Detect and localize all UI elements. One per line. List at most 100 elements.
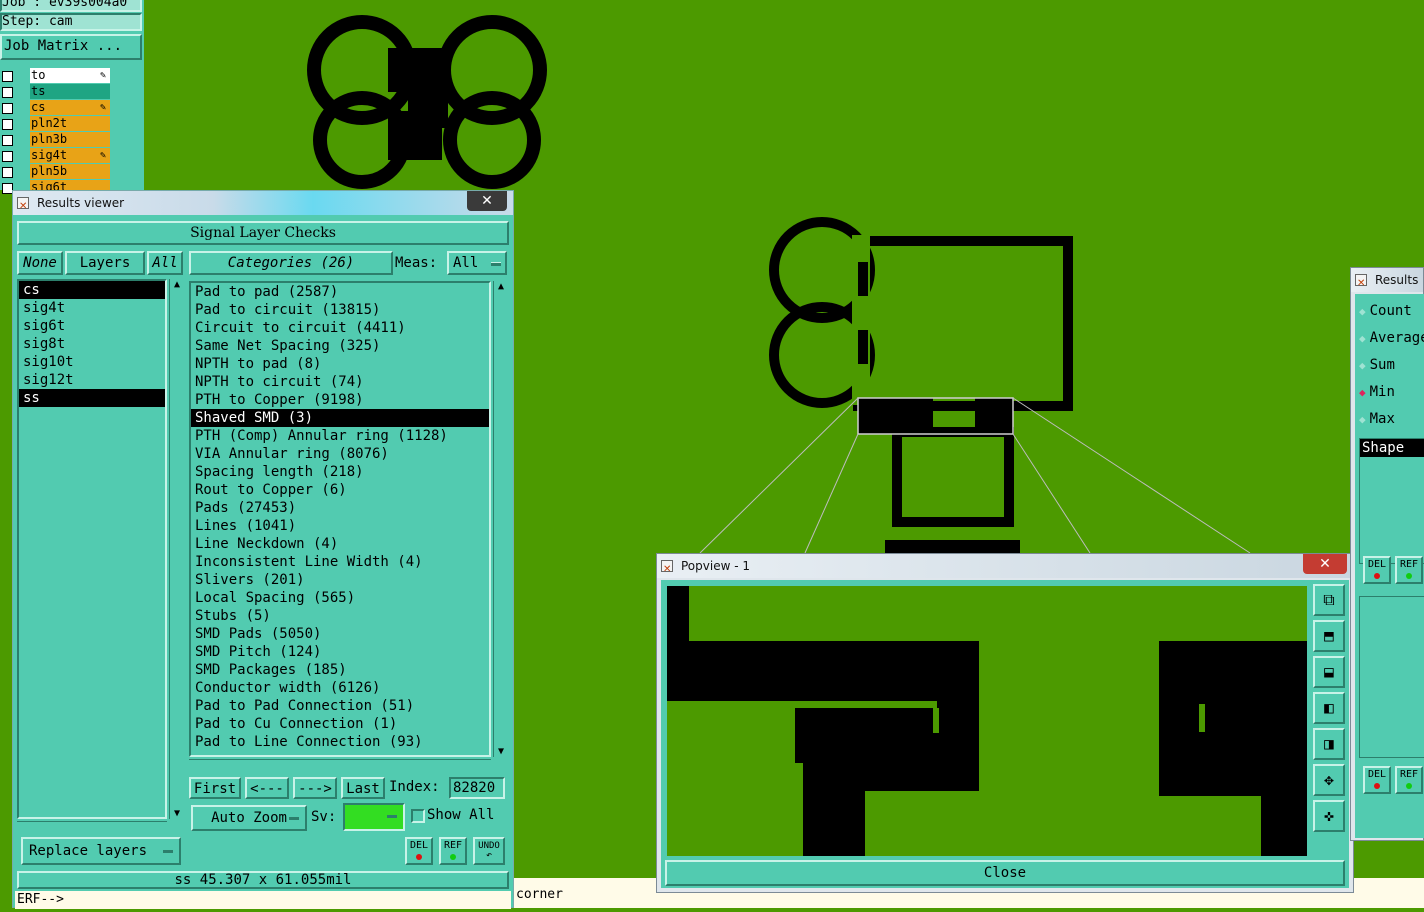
results-right-shape-list[interactable]: Shape	[1359, 438, 1424, 564]
category-item[interactable]: Line Neckdown (4)	[191, 535, 489, 553]
index-input[interactable]	[449, 777, 505, 799]
undo-button[interactable]: UNDO ↶	[473, 837, 505, 865]
category-item[interactable]: PTH (Comp) Annular ring (1128)	[191, 427, 489, 445]
all-layers-button[interactable]: All	[147, 251, 183, 275]
categories-button[interactable]: Categories (26)	[189, 251, 393, 275]
replace-layers-dropdown[interactable]: Replace layers	[21, 837, 181, 865]
auto-zoom-dropdown[interactable]: Auto Zoom	[191, 805, 307, 831]
shape-item[interactable]: Shape	[1360, 439, 1424, 457]
stat-option[interactable]: ◆ Min	[1359, 381, 1424, 403]
layer-name[interactable]: pln5b	[30, 164, 110, 179]
results-viewer-titlebar[interactable]: Results viewer	[13, 191, 513, 219]
layer-row[interactable]: pln2t	[0, 116, 144, 132]
layer-checkbox[interactable]	[2, 87, 13, 98]
radio-diamond-icon[interactable]: ◆	[1359, 359, 1366, 372]
category-item[interactable]: VIA Annular ring (8076)	[191, 445, 489, 463]
layer-name[interactable]: ts	[30, 84, 110, 99]
layer-name[interactable]: cs	[30, 100, 110, 115]
category-item[interactable]: Same Net Spacing (325)	[191, 337, 489, 355]
scroll-down-icon[interactable]: ▼	[494, 746, 508, 757]
pan-down-button[interactable]: ⬓	[1313, 656, 1345, 688]
category-item[interactable]: Circuit to circuit (4411)	[191, 319, 489, 337]
category-item[interactable]: Pad to Pad Connection (51)	[191, 697, 489, 715]
layer-name[interactable]: pln3b	[30, 132, 110, 147]
zoom-window-button[interactable]: ⧉	[1313, 584, 1345, 616]
layer-checkbox[interactable]	[2, 71, 13, 82]
del-button[interactable]: DEL	[405, 837, 433, 865]
layer-name[interactable]: sig4t	[30, 148, 110, 163]
layer-checkbox[interactable]	[2, 167, 13, 178]
layer-list-item[interactable]: sig4t	[19, 299, 165, 317]
pan-up-button[interactable]: ⬒	[1313, 620, 1345, 652]
layer-list-item[interactable]: sig6t	[19, 317, 165, 335]
layer-row[interactable]: ts	[0, 84, 144, 100]
category-item[interactable]: Pad to Line Connection (93)	[191, 733, 489, 751]
category-item[interactable]: Local Spacing (565)	[191, 589, 489, 607]
results-right-ref-button[interactable]: REF	[1395, 556, 1423, 584]
layers-button[interactable]: Layers	[65, 251, 145, 275]
stat-option[interactable]: ◆ Count	[1359, 300, 1424, 322]
radio-diamond-icon[interactable]: ◆	[1359, 305, 1366, 318]
category-item[interactable]: Rout to Copper (6)	[191, 481, 489, 499]
layer-list-vscroll[interactable]: ▲ ▼	[169, 279, 184, 819]
first-button[interactable]: First	[189, 777, 241, 799]
stat-option[interactable]: ◆ Sum	[1359, 354, 1424, 376]
popview-close-x[interactable]: ✕	[1303, 554, 1347, 574]
layer-checkbox[interactable]	[2, 151, 13, 162]
prev-button[interactable]: <---	[245, 777, 289, 799]
category-item[interactable]: NPTH to pad (8)	[191, 355, 489, 373]
categories-vscroll[interactable]: ▲ ▼	[493, 281, 508, 757]
zoom-in-button[interactable]: ✥	[1313, 764, 1345, 796]
category-item[interactable]: NPTH to circuit (74)	[191, 373, 489, 391]
layer-list[interactable]: cs sig4t sig6t sig8t sig10t sig12t ss	[17, 279, 167, 819]
layer-checkbox[interactable]	[2, 103, 13, 114]
scroll-down-icon[interactable]: ▼	[170, 808, 184, 819]
layer-list-item[interactable]: cs	[19, 281, 165, 299]
erf-prompt[interactable]: ERF-->	[15, 891, 511, 909]
results-right-titlebar[interactable]: Results	[1351, 268, 1423, 296]
layer-list-item[interactable]: ss	[19, 389, 165, 407]
category-item[interactable]: Lines (1041)	[191, 517, 489, 535]
scroll-up-icon[interactable]: ▲	[494, 281, 508, 293]
layer-checkbox[interactable]	[2, 135, 13, 146]
layer-list-item[interactable]: sig12t	[19, 371, 165, 389]
layer-name[interactable]: to	[30, 68, 110, 83]
sv-color-dropdown[interactable]	[343, 803, 405, 831]
results-right-del-button-2[interactable]: DEL	[1363, 766, 1391, 794]
radio-diamond-icon[interactable]: ◆	[1359, 413, 1366, 426]
category-item[interactable]: Spacing length (218)	[191, 463, 489, 481]
category-item[interactable]: Inconsistent Line Width (4)	[191, 553, 489, 571]
results-right-ref-button-2[interactable]: REF	[1395, 766, 1423, 794]
layer-row[interactable]: pln3b	[0, 132, 144, 148]
last-button[interactable]: Last	[341, 777, 385, 799]
popview-titlebar[interactable]: Popview - 1	[657, 554, 1353, 582]
category-item[interactable]: Stubs (5)	[191, 607, 489, 625]
ref-button[interactable]: REF	[439, 837, 467, 865]
results-viewer-close-button[interactable]: ✕	[467, 191, 507, 211]
categories-list[interactable]: Pad to pad (2587) Pad to circuit (13815) C…	[189, 281, 491, 757]
category-item[interactable]: Slivers (201)	[191, 571, 489, 589]
category-item[interactable]: PTH to Copper (9198)	[191, 391, 489, 409]
category-item[interactable]: Pad to circuit (13815)	[191, 301, 489, 319]
pan-right-button[interactable]: ◨	[1313, 728, 1345, 760]
pan-left-button[interactable]: ◧	[1313, 692, 1345, 724]
popview-close-button[interactable]: Close	[665, 860, 1345, 886]
none-button[interactable]: None	[17, 251, 63, 275]
layer-checkbox[interactable]	[2, 119, 13, 130]
categories-hscroll[interactable]	[189, 759, 491, 774]
category-item[interactable]: SMD Pads (5050)	[191, 625, 489, 643]
category-item[interactable]: Pad to pad (2587)	[191, 283, 489, 301]
layer-row[interactable]: pln5b	[0, 164, 144, 180]
show-all-checkbox[interactable]	[411, 809, 425, 823]
job-matrix-button[interactable]: Job Matrix ...	[0, 34, 142, 60]
layer-row[interactable]: sig4t ✎	[0, 148, 144, 164]
category-item[interactable]: Pad to Cu Connection (1)	[191, 715, 489, 733]
category-item[interactable]: Pads (27453)	[191, 499, 489, 517]
radio-diamond-icon[interactable]: ◆	[1359, 332, 1366, 345]
meas-dropdown[interactable]: All	[447, 251, 507, 275]
layer-list-item[interactable]: sig10t	[19, 353, 165, 371]
category-item[interactable]: SMD Pitch (124)	[191, 643, 489, 661]
layer-row[interactable]: cs ✎	[0, 100, 144, 116]
layer-list-hscroll[interactable]	[17, 821, 167, 836]
stat-option[interactable]: ◆ Max	[1359, 408, 1424, 430]
